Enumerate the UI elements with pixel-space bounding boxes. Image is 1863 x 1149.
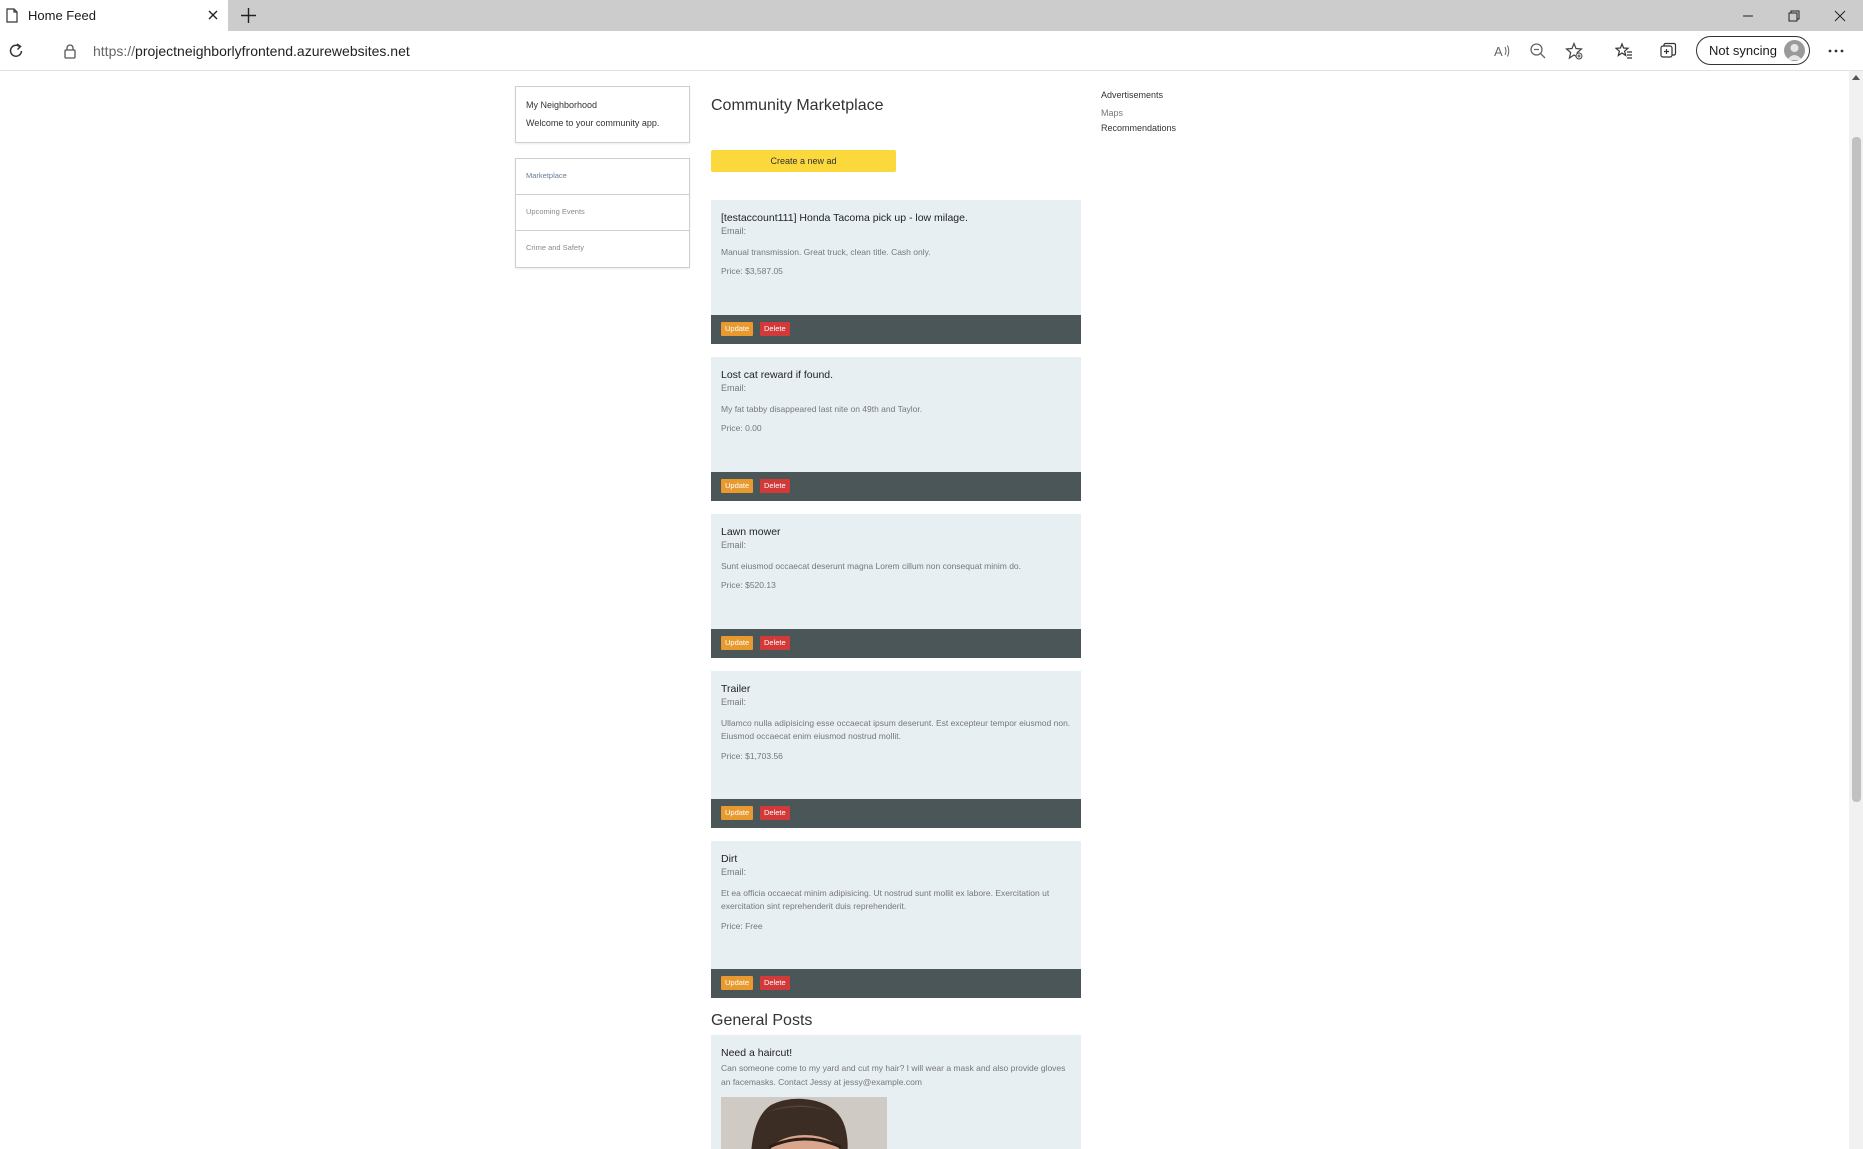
- ad-footer: Update Delete: [711, 629, 1081, 658]
- person-photo-image: [721, 1097, 887, 1149]
- ad-card: [testaccount111] Honda Tacoma pick up - …: [711, 200, 1081, 344]
- ad-footer: Update Delete: [711, 969, 1081, 998]
- window-close-icon[interactable]: [1832, 8, 1848, 24]
- maps-link[interactable]: Maps: [1101, 108, 1123, 118]
- page-icon: [6, 8, 18, 23]
- post-body: Can someone come to my yard and cut my h…: [721, 1063, 1066, 1087]
- ad-card: Lost cat reward if found. Email: My fat …: [711, 357, 1081, 501]
- post-photo: [721, 1097, 887, 1149]
- update-button[interactable]: Update: [721, 636, 754, 650]
- update-button[interactable]: Update: [721, 976, 754, 990]
- ad-card: Dirt Email: Et ea officia occaecat minim…: [711, 841, 1081, 998]
- nav-item-label: Crime and Safety: [526, 243, 584, 252]
- delete-button[interactable]: Delete: [760, 479, 790, 493]
- neighborhood-title: My Neighborhood: [526, 100, 598, 110]
- nav-item-marketplace[interactable]: Marketplace: [516, 159, 689, 195]
- ad-title: Lost cat reward if found.: [721, 369, 834, 381]
- recommendations-link[interactable]: Recommendations: [1101, 123, 1176, 133]
- ad-price: Price: $1,703.56: [721, 751, 783, 761]
- new-tab-button[interactable]: [240, 7, 257, 24]
- ad-footer: Update Delete: [711, 315, 1081, 344]
- ad-price: Price: $3,587.05: [721, 266, 783, 276]
- profile-sync-button[interactable]: Not syncing: [1696, 36, 1810, 65]
- ad-email: Email:: [721, 383, 747, 393]
- ad-email: Email:: [721, 867, 747, 877]
- browser-tab-strip: Home Feed: [0, 0, 1863, 31]
- update-button[interactable]: Update: [721, 806, 754, 820]
- ad-email: Email:: [721, 226, 747, 236]
- section-title: General Posts: [711, 1012, 813, 1029]
- ad-description: My fat tabby disappeared last nite on 49…: [721, 404, 923, 414]
- create-ad-button[interactable]: Create a new ad: [711, 150, 896, 172]
- ad-title: Lawn mower: [721, 526, 781, 538]
- welcome-text: Welcome to your community app.: [526, 118, 660, 128]
- svg-text:A: A: [1494, 44, 1503, 59]
- scrollbar-thumb[interactable]: [1852, 137, 1861, 802]
- ad-footer: Update Delete: [711, 472, 1081, 501]
- zoom-out-icon[interactable]: [1529, 42, 1547, 60]
- user-icon: [1787, 44, 1802, 60]
- vertical-scrollbar[interactable]: [1849, 71, 1863, 1149]
- ad-title: Trailer: [721, 683, 751, 695]
- ad-description: Sunt eiusmod occaecat deserunt magna Lor…: [721, 561, 1022, 571]
- address-bar: https://projectneighborlyfrontend.azurew…: [0, 31, 1863, 71]
- favorites-icon[interactable]: [1615, 42, 1633, 60]
- neighborhood-card: My Neighborhood Welcome to your communit…: [515, 86, 690, 143]
- more-icon[interactable]: [1826, 42, 1846, 60]
- ad-card: Lawn mower Email: Sunt eiusmod occaecat …: [711, 514, 1081, 658]
- ad-price: Price: 0.00: [721, 423, 762, 433]
- page-viewport: My Neighborhood Welcome to your communit…: [0, 71, 1849, 1149]
- sync-status-label: Not syncing: [1709, 43, 1777, 58]
- close-icon[interactable]: [206, 8, 220, 22]
- nav-item-label: Marketplace: [526, 171, 567, 180]
- nav-item-upcoming-events[interactable]: Upcoming Events: [516, 195, 689, 231]
- ad-footer: Update Delete: [711, 799, 1081, 828]
- nav-item-label: Upcoming Events: [526, 207, 585, 216]
- url-protocol: https://: [93, 43, 136, 59]
- delete-button[interactable]: Delete: [760, 636, 790, 650]
- advertisements-heading: Advertisements: [1101, 90, 1164, 100]
- ad-price: Price: Free: [721, 921, 763, 931]
- ad-title: Dirt: [721, 853, 738, 865]
- add-favorite-icon[interactable]: [1565, 42, 1583, 60]
- avatar: [1784, 40, 1805, 61]
- refresh-icon[interactable]: [7, 42, 25, 60]
- read-aloud-icon[interactable]: A: [1493, 42, 1511, 60]
- ad-description: Ullamco nulla adipisicing esse occaecat …: [721, 718, 1071, 741]
- post-title: Need a haircut!: [721, 1047, 793, 1059]
- ad-email: Email:: [721, 540, 747, 550]
- ad-price: Price: $520.13: [721, 580, 776, 590]
- delete-button[interactable]: Delete: [760, 322, 790, 336]
- ad-description: Manual transmission. Great truck, clean …: [721, 247, 931, 257]
- category-nav: Marketplace Upcoming Events Crime and Sa…: [515, 158, 690, 268]
- ad-email: Email:: [721, 697, 747, 707]
- post-card: Need a haircut! Can someone come to my y…: [711, 1035, 1081, 1149]
- update-button[interactable]: Update: [721, 479, 754, 493]
- ad-title: [testaccount111] Honda Tacoma pick up - …: [721, 212, 968, 224]
- nav-item-crime-and-safety[interactable]: Crime and Safety: [516, 231, 689, 267]
- tab-title: Home Feed: [28, 8, 96, 23]
- restore-icon[interactable]: [1786, 8, 1802, 24]
- browser-tab-active[interactable]: Home Feed: [0, 0, 228, 31]
- delete-button[interactable]: Delete: [760, 806, 790, 820]
- url-host: projectneighborlyfrontend.azurewebsites.…: [135, 43, 410, 59]
- collections-icon[interactable]: [1659, 42, 1677, 60]
- minimize-icon[interactable]: [1740, 8, 1756, 24]
- url-field[interactable]: https://projectneighborlyfrontend.azurew…: [93, 43, 410, 59]
- scroll-up-arrow-icon[interactable]: [1852, 74, 1860, 80]
- page-title: Community Marketplace: [711, 97, 884, 114]
- ad-description: Et ea officia occaecat minim adipisicing…: [721, 888, 1050, 911]
- delete-button[interactable]: Delete: [760, 976, 790, 990]
- lock-icon[interactable]: [63, 43, 77, 59]
- update-button[interactable]: Update: [721, 322, 754, 336]
- ad-card: Trailer Email: Ullamco nulla adipisicing…: [711, 671, 1081, 828]
